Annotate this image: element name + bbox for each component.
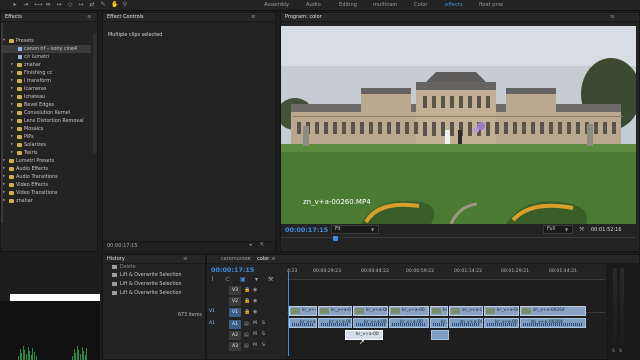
clip-waveform (523, 323, 583, 326)
clip-waveform (292, 323, 314, 326)
clips-layer: kr_v+a-00kr_v+a-00kr_v+a-00kr_v+a-00kr_v… (0, 0, 640, 360)
video-clip[interactable]: kr_v+a-00 (389, 306, 429, 316)
clip-waveform (452, 323, 480, 326)
video-clip[interactable]: zn_v+a-00264 (520, 306, 586, 316)
clip-label: kr_v+a-00 (497, 308, 519, 313)
clip-thumbnail (451, 308, 460, 314)
clip-thumbnail (355, 308, 364, 314)
audio-clip[interactable]: kr_v+a-00 (484, 318, 519, 328)
audio-clip[interactable]: zn_v+a-00264 (520, 318, 586, 328)
audio-clip[interactable]: kr_v+a-00 (389, 318, 429, 328)
video-clip[interactable]: kr_v+a-00 (430, 306, 448, 316)
clip-thumbnail (486, 308, 495, 314)
video-clip[interactable]: kr_v+a-00 (318, 306, 352, 316)
video-clip[interactable]: kr_v+a-00 (289, 306, 317, 316)
clip-waveform (356, 323, 385, 326)
clip-waveform (392, 323, 426, 326)
audio-clip[interactable] (431, 330, 449, 340)
video-clip[interactable]: zn_v+a-00 (449, 306, 483, 316)
clip-label: kr_v+a-00 (331, 308, 352, 313)
audio-meter-right (620, 268, 624, 346)
audio-clip[interactable]: kr_v+a-00 (318, 318, 352, 328)
clip-waveform (433, 323, 445, 326)
clip-label: zn_v+a-00264 (533, 308, 565, 313)
clip-label: kr_v+a-00 (356, 332, 379, 337)
clip-waveform (487, 323, 516, 326)
mouse-cursor-icon: ➚ (359, 338, 365, 346)
audio-meter-left (613, 268, 617, 346)
clip-thumbnail (320, 308, 329, 314)
playhead[interactable] (288, 271, 289, 356)
clip-thumbnail (291, 308, 300, 314)
clip-waveform (321, 323, 349, 326)
video-clip[interactable]: kr_v+a-00 (353, 306, 388, 316)
video-clip[interactable]: kr_v+a-00 (484, 306, 519, 316)
meter-solo-right[interactable]: S (619, 349, 622, 354)
audio-clip[interactable]: zn_v+a-00 (449, 318, 483, 328)
clip-label: kr_v+a-00 (366, 308, 388, 313)
audio-clip[interactable]: kr_v+a-00 (430, 318, 448, 328)
clip-thumbnail (432, 308, 441, 314)
audio-clip[interactable]: kr_v+a-00 (289, 318, 317, 328)
clip-label: kr_v+a-00 (402, 308, 425, 313)
clip-label: kr_v+a-00 (302, 308, 317, 313)
meter-solo-left[interactable]: S (612, 349, 615, 354)
audio-clip[interactable]: kr_v+a-00 (353, 318, 388, 328)
clip-label: kr_v+a-00 (443, 308, 448, 313)
clip-thumbnail (391, 308, 400, 314)
clip-thumbnail (522, 308, 531, 314)
clip-label: zn_v+a-00 (462, 308, 483, 313)
